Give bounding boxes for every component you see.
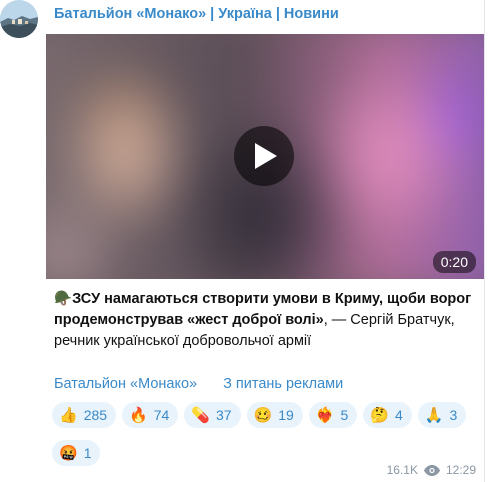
- reaction-count: 285: [83, 407, 108, 423]
- cursing-face-icon: 🤬: [59, 444, 78, 462]
- reaction-woozy[interactable]: 🥴 19: [246, 402, 303, 428]
- message-meta: 16.1K 12:29: [387, 463, 476, 477]
- reaction-count: 3: [449, 407, 458, 423]
- thumbs-up-icon: 👍: [59, 406, 78, 424]
- post-text: 🪖ЗСУ намагаються створити умови в Криму,…: [54, 289, 478, 352]
- play-icon: [255, 143, 277, 169]
- reaction-angry[interactable]: 🤬 1: [52, 440, 101, 466]
- reaction-pray[interactable]: 🙏 3: [417, 402, 467, 428]
- reaction-count: 4: [395, 407, 403, 423]
- video-duration: 0:20: [432, 251, 476, 273]
- channel-avatar[interactable]: [0, 0, 38, 38]
- reaction-count: 19: [278, 407, 294, 423]
- reaction-fire[interactable]: 🔥 74: [122, 402, 179, 428]
- view-count: 16.1K: [386, 463, 418, 477]
- link-button-ads[interactable]: З питань реклами: [223, 376, 343, 392]
- reaction-count: 37: [216, 407, 232, 423]
- heart-on-fire-icon: ❤️‍🔥: [315, 406, 335, 424]
- reaction-thumbs-up[interactable]: 👍 285: [52, 402, 117, 428]
- play-button[interactable]: [234, 126, 294, 186]
- reactions-bar: 👍 285 🔥 74 💊 37 🥴 19 ❤️‍🔥 5 🤔 4 🙏 3 🤬: [52, 402, 472, 472]
- pill-icon: 💊: [191, 406, 210, 424]
- link-button-channel[interactable]: Батальйон «Монако»: [54, 376, 197, 392]
- video-preview[interactable]: 0:20: [46, 34, 484, 279]
- reaction-count: 74: [153, 407, 170, 423]
- helmet-emoji-icon: 🪖: [54, 291, 73, 307]
- reaction-count: 1: [83, 445, 92, 461]
- folded-hands-icon: 🙏: [424, 406, 444, 424]
- inline-buttons: Батальйон «Монако» З питань реклами: [54, 376, 343, 392]
- message-time: 12:29: [445, 463, 476, 477]
- reaction-count: 5: [340, 407, 349, 423]
- woozy-face-icon: 🥴: [253, 406, 273, 424]
- eye-icon: [423, 464, 440, 476]
- message-bubble: Батальйон «Монако» | Україна | Новини 0:…: [46, 0, 485, 482]
- fire-icon: 🔥: [129, 406, 148, 424]
- reaction-pill[interactable]: 💊 37: [184, 402, 241, 428]
- reaction-heart-on-fire[interactable]: ❤️‍🔥 5: [308, 402, 358, 428]
- channel-name[interactable]: Батальйон «Монако» | Україна | Новини: [54, 6, 339, 22]
- thinking-face-icon: 🤔: [370, 406, 390, 424]
- reaction-thinking[interactable]: 🤔 4: [363, 402, 412, 428]
